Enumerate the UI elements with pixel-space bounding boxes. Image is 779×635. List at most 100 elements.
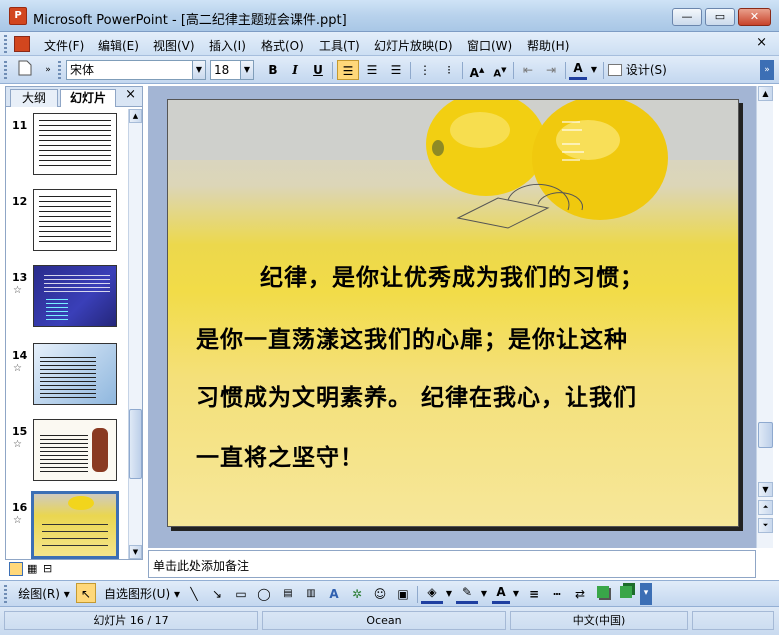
menu-help[interactable]: 帮助(H) [527, 37, 569, 54]
status-bar: 幻灯片 16 / 17 Ocean 中文(中国) [0, 606, 779, 635]
chevron-down-icon[interactable]: ▼ [589, 60, 599, 80]
slide-scrollbar[interactable]: ▲ ▼ ⏶ ⏷ [756, 86, 773, 548]
arrow-style-icon[interactable]: ⇄ [570, 584, 590, 604]
toolbar-grip[interactable] [4, 61, 7, 79]
chevron-down-icon[interactable]: ▼ [240, 61, 253, 79]
align-left-icon[interactable]: ☰ [337, 60, 359, 80]
menu-file[interactable]: 文件(F) [44, 37, 84, 54]
font-color-icon[interactable]: A [569, 60, 587, 80]
thumbnail-number: 15 [12, 425, 28, 438]
font-size-select[interactable]: 18 ▼ [210, 60, 254, 80]
dash-style-icon[interactable]: ┅ [547, 584, 567, 604]
shadow-style-icon[interactable] [593, 584, 613, 604]
increase-font-icon[interactable]: A▲ [466, 60, 488, 80]
slide-thumbnail-15[interactable] [33, 419, 117, 481]
align-center-icon[interactable]: ☰ [361, 60, 383, 80]
slide-thumbnail-12[interactable] [33, 189, 117, 251]
minimize-button[interactable]: — [672, 8, 702, 26]
underline-button[interactable]: U [308, 60, 328, 80]
menu-window[interactable]: 窗口(W) [467, 37, 512, 54]
slide-thumbnail-13[interactable] [33, 265, 117, 327]
slideshow-view-icon[interactable]: ⊟ [43, 562, 52, 575]
thumbnail-scrollbar[interactable]: ▲ ▼ [128, 109, 142, 559]
draw-menu-button[interactable]: 绘图(R) ▾ [16, 584, 72, 604]
notes-pane[interactable]: 单击此处添加备注 [148, 550, 756, 578]
scroll-thumb[interactable] [758, 422, 773, 448]
menu-edit[interactable]: 编辑(E) [98, 37, 139, 54]
new-document-icon[interactable] [14, 60, 36, 80]
design-label: 设计(S) [625, 63, 667, 77]
slide-thumbnail-14[interactable] [33, 343, 117, 405]
scroll-thumb[interactable] [129, 409, 142, 479]
document-icon [14, 36, 30, 52]
scroll-up-icon[interactable]: ▲ [129, 109, 142, 123]
notes-placeholder[interactable]: 单击此处添加备注 [153, 557, 249, 574]
tab-outline[interactable]: 大纲 [10, 89, 58, 107]
toolbar-options-icon[interactable]: » [42, 60, 54, 80]
toolbar-grip-2[interactable] [58, 61, 61, 79]
powerpoint-app-icon[interactable]: P [9, 7, 27, 25]
wordart-icon[interactable]: A [324, 584, 344, 604]
decrease-indent-icon[interactable]: ⇤ [517, 60, 539, 80]
italic-button[interactable]: I [285, 60, 305, 80]
scroll-up-icon[interactable]: ▲ [758, 86, 773, 101]
menu-view[interactable]: 视图(V) [153, 37, 195, 54]
decrease-font-icon[interactable]: A▼ [489, 60, 511, 80]
rectangle-tool-icon[interactable]: ▭ [231, 584, 251, 604]
scroll-down-icon[interactable]: ▼ [129, 545, 142, 559]
toolbar-overflow-icon[interactable]: ▾ [640, 583, 652, 605]
diagram-icon[interactable]: ✲ [347, 584, 367, 604]
autoshapes-button[interactable]: 自选图形(U) ▾ [104, 584, 180, 604]
design-button[interactable]: 设计(S) [608, 60, 672, 80]
toolbar-overflow-icon[interactable]: » [760, 60, 774, 80]
maximize-button[interactable]: ▭ [705, 8, 735, 26]
toolbar-separator [565, 62, 566, 79]
tab-slides[interactable]: 幻灯片 [60, 89, 116, 107]
chevron-down-icon[interactable]: ▼ [511, 584, 521, 604]
arrow-tool-icon[interactable]: ↘ [207, 584, 227, 604]
thumbnail-text-lines [39, 194, 111, 246]
close-window-button[interactable]: ✕ [738, 8, 771, 26]
font-name-value: 宋体 [70, 63, 95, 77]
fill-color-icon[interactable]: ◈ [421, 584, 443, 604]
chevron-down-icon[interactable]: ▼ [444, 584, 454, 604]
slide-thumbnail-16[interactable] [31, 491, 119, 559]
line-style-icon[interactable]: ≡ [524, 584, 544, 604]
close-document-button[interactable]: × [756, 35, 767, 50]
menubar-grip[interactable] [4, 35, 7, 53]
increase-indent-icon[interactable]: ⇥ [540, 60, 562, 80]
align-right-icon[interactable]: ☰ [385, 60, 407, 80]
previous-slide-icon[interactable]: ⏶ [758, 500, 773, 515]
line-tool-icon[interactable]: ╲ [184, 584, 204, 604]
menu-tools[interactable]: 工具(T) [319, 37, 360, 54]
toolbar-grip[interactable] [4, 585, 7, 603]
numbering-icon[interactable]: ⋮ [414, 60, 436, 80]
slide-thumbnail-11[interactable] [33, 113, 117, 175]
select-pointer-icon[interactable]: ↖ [76, 583, 96, 603]
bullets-icon[interactable]: ⁝ [438, 60, 460, 80]
next-slide-icon[interactable]: ⏷ [758, 518, 773, 533]
font-color-icon[interactable]: A [492, 584, 510, 604]
toolbar-separator [462, 62, 463, 79]
3d-style-icon[interactable] [616, 584, 636, 604]
menu-format[interactable]: 格式(O) [261, 37, 304, 54]
menu-insert[interactable]: 插入(I) [209, 37, 246, 54]
slide-sorter-icon[interactable]: ▦ [27, 562, 37, 575]
bold-button[interactable]: B [263, 60, 283, 80]
font-name-select[interactable]: 宋体 ▼ [66, 60, 206, 80]
scroll-down-icon[interactable]: ▼ [758, 482, 773, 497]
insert-picture-icon[interactable]: ▣ [393, 584, 413, 604]
clipart-icon[interactable]: ☺ [370, 584, 390, 604]
normal-view-icon[interactable] [9, 562, 23, 576]
slide-text-line-3: 习惯成为文明素养。 纪律在我心，让我们 [196, 384, 638, 411]
textbox-tool-icon[interactable]: ▤ [278, 584, 298, 604]
oval-tool-icon[interactable]: ◯ [254, 584, 274, 604]
chevron-down-icon[interactable]: ▼ [192, 61, 205, 79]
chevron-down-icon[interactable]: ▼ [479, 584, 489, 604]
menu-slideshow[interactable]: 幻灯片放映(D) [374, 37, 453, 54]
close-pane-button[interactable]: × [125, 87, 136, 102]
current-slide[interactable]: 纪律，是你让优秀成为我们的习惯； 是你一直荡漾这我们的心扉；是你让这种 习惯成为… [167, 99, 739, 527]
status-theme-name: Ocean [262, 611, 506, 630]
line-color-icon[interactable]: ✎ [456, 584, 478, 604]
vertical-textbox-icon[interactable]: ▥ [301, 584, 321, 604]
